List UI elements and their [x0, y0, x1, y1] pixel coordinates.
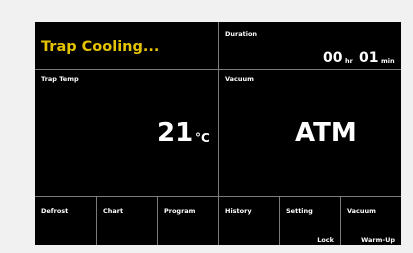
- vacuum-value: ATM: [295, 118, 357, 148]
- trap-temp-panel[interactable]: Trap Temp 21 °C: [35, 70, 218, 196]
- duration-label: Duration: [225, 30, 258, 38]
- setting-lock-button[interactable]: Setting Lock: [280, 197, 340, 245]
- chart-button-label: Chart: [103, 207, 124, 215]
- vacuum-panel[interactable]: Vacuum ATM: [219, 70, 401, 196]
- setting-button-label: Setting: [286, 207, 313, 215]
- program-button-label: Program: [164, 207, 196, 215]
- duration-panel: Duration 00 hr 01 min: [219, 22, 401, 69]
- status-text: Trap Cooling...: [41, 39, 160, 55]
- duration-minutes: 01: [359, 50, 379, 66]
- duration-hours: 00: [323, 50, 343, 66]
- history-button[interactable]: History: [219, 197, 279, 245]
- history-button-label: History: [225, 207, 252, 215]
- duration-minutes-unit: min: [381, 57, 395, 65]
- duration-hours-unit: hr: [345, 57, 353, 65]
- status-panel: Trap Cooling...: [35, 22, 218, 69]
- program-button[interactable]: Program: [158, 197, 218, 245]
- trap-temp-value: 21: [157, 118, 194, 148]
- vacuum-button-label: Vacuum: [347, 207, 376, 215]
- trap-temp-label: Trap Temp: [41, 75, 79, 83]
- defrost-button[interactable]: Defrost: [35, 197, 96, 245]
- vacuum-button-sublabel: Warm-Up: [361, 236, 395, 244]
- trap-temp-unit: °C: [195, 131, 210, 145]
- vacuum-label: Vacuum: [225, 75, 254, 83]
- defrost-button-label: Defrost: [41, 207, 69, 215]
- setting-button-sublabel: Lock: [317, 236, 334, 244]
- control-screen: Trap Cooling... Duration 00 hr 01 min Tr…: [35, 22, 401, 245]
- vacuum-warmup-button[interactable]: Vacuum Warm-Up: [341, 197, 401, 245]
- chart-button[interactable]: Chart: [97, 197, 157, 245]
